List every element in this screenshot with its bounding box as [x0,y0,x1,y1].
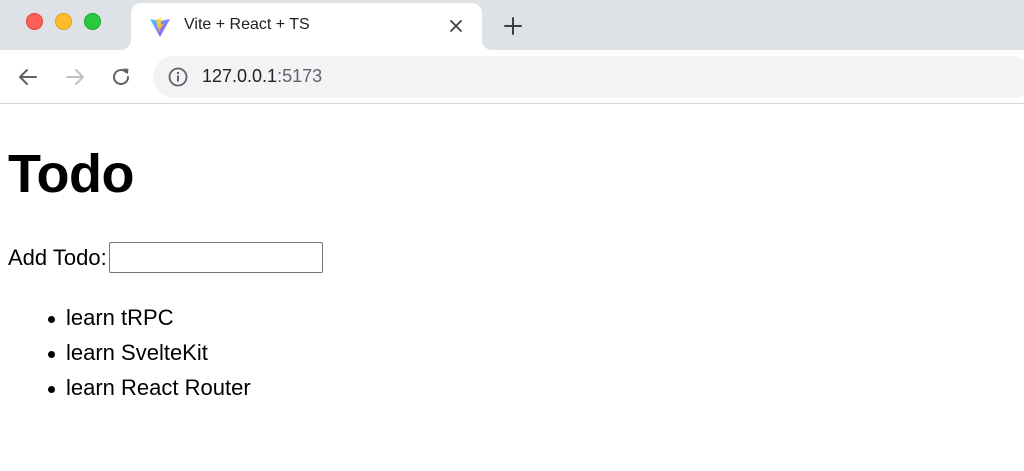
browser-window: Vite + React + TS 127.0.0.1:5173 Todo Ad… [0,0,1024,471]
reload-icon[interactable] [108,64,134,90]
plus-icon[interactable] [499,12,527,40]
page-title: Todo [8,144,134,204]
back-arrow-icon[interactable] [15,64,41,90]
add-todo-input[interactable] [108,242,323,273]
close-icon[interactable] [444,14,468,38]
page-content: Todo Add Todo: learn tRPC learn SvelteKi… [0,105,1024,471]
url-host: 127.0.0.1 [202,66,278,86]
todo-item: learn React Router [48,370,251,405]
add-todo-row: Add Todo: [8,242,323,273]
url-text: 127.0.0.1:5173 [202,66,322,87]
url-port: :5173 [277,66,323,86]
info-icon[interactable] [167,66,189,88]
browser-toolbar: 127.0.0.1:5173 [0,50,1024,104]
add-todo-label: Add Todo: [8,244,107,270]
tab-title: Vite + React + TS [184,16,310,33]
forward-arrow-icon[interactable] [62,64,88,90]
window-close-button[interactable] [26,13,43,30]
tab-active[interactable]: Vite + React + TS [131,3,482,50]
window-minimize-button[interactable] [55,13,72,30]
todo-list: learn tRPC learn SvelteKit learn React R… [48,300,251,405]
vite-logo-icon [148,15,172,39]
address-bar[interactable]: 127.0.0.1:5173 [153,56,1024,98]
window-maximize-button[interactable] [84,13,101,30]
todo-item: learn SvelteKit [48,335,251,370]
todo-item: learn tRPC [48,300,251,335]
tab-strip: Vite + React + TS [0,0,1024,50]
